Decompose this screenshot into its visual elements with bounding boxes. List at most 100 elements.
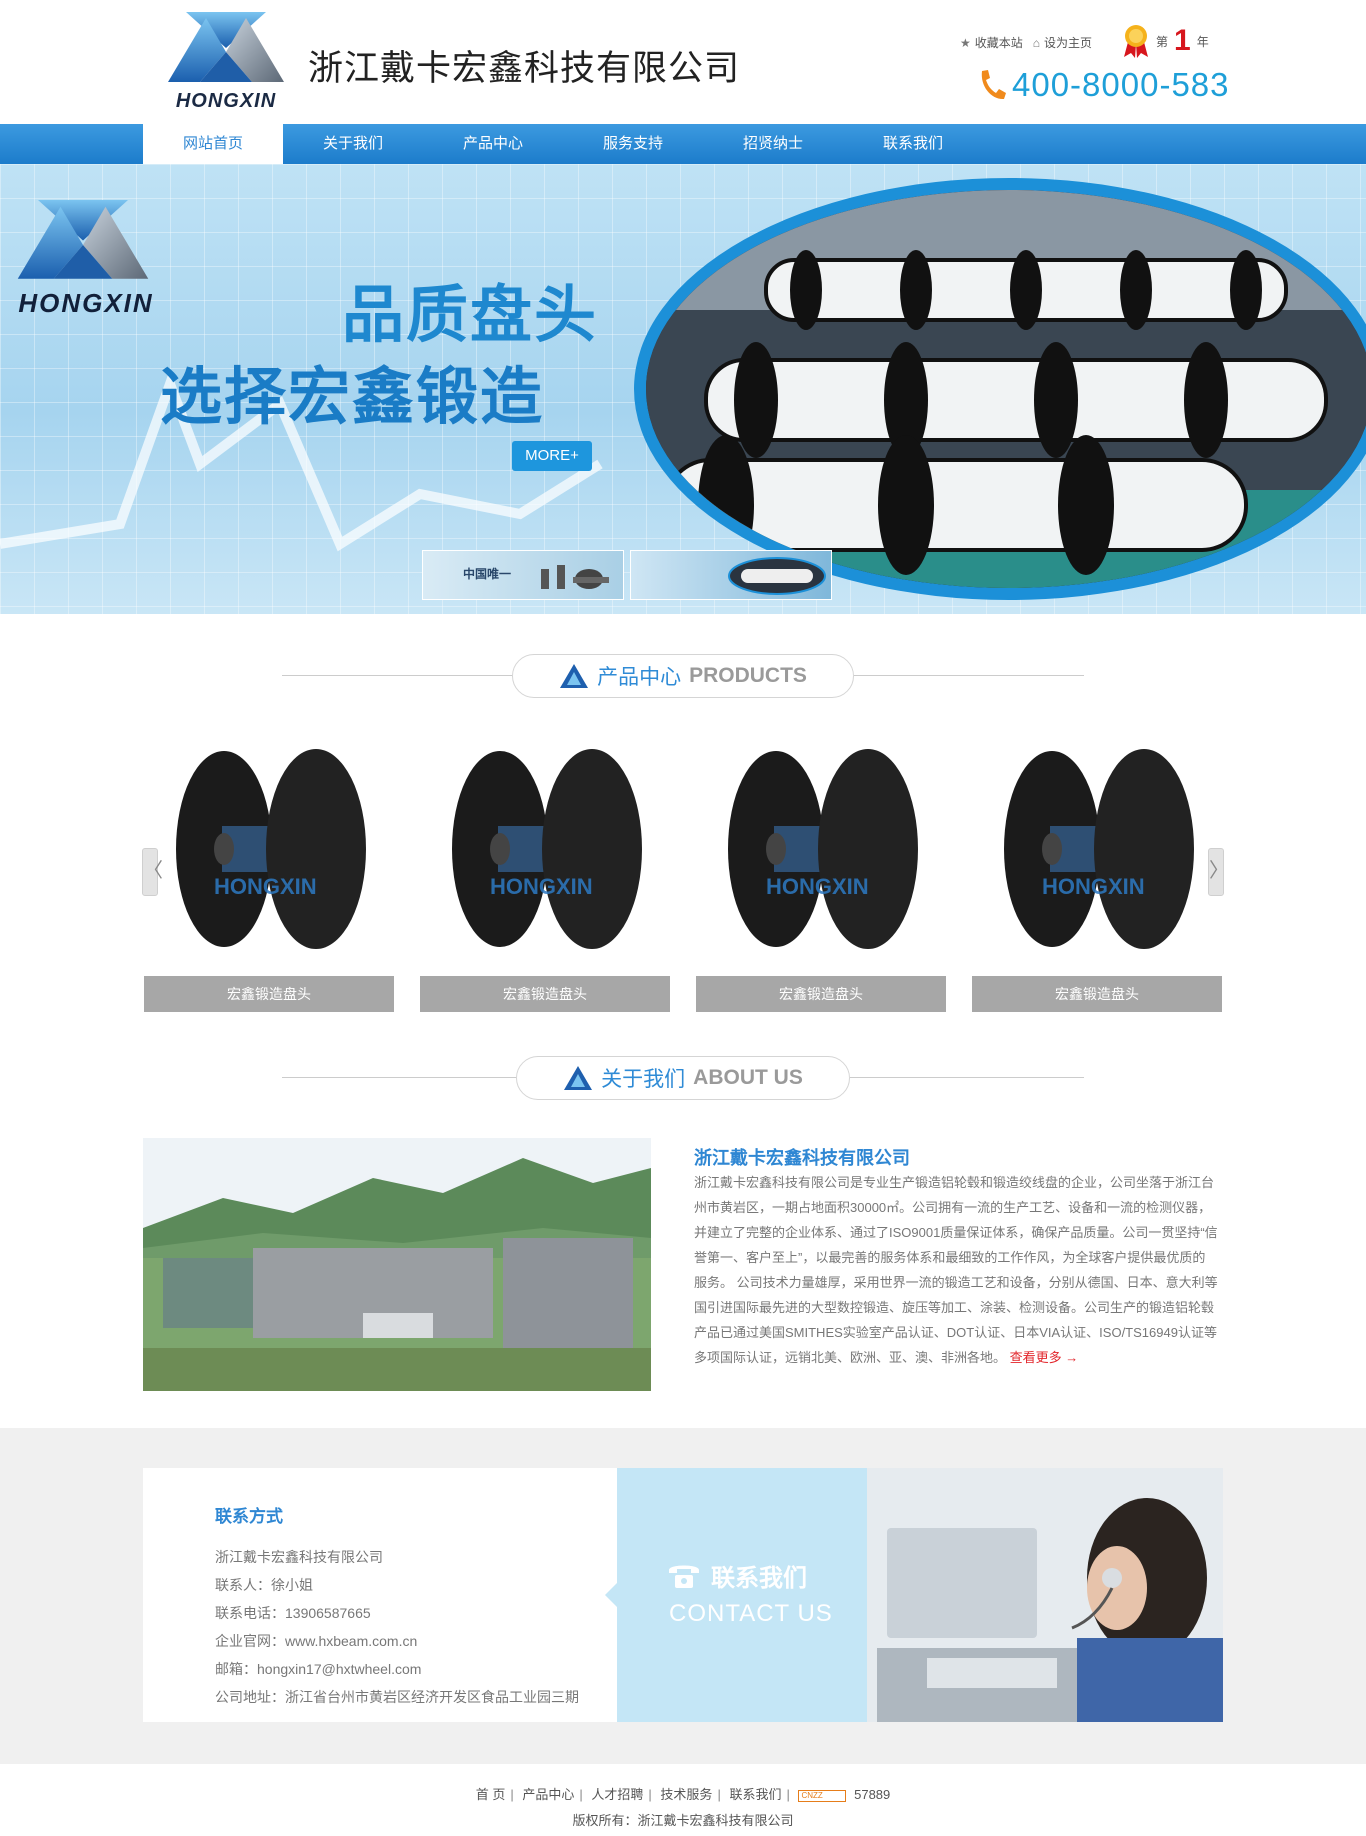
banner-thumb-1-image xyxy=(541,565,609,589)
banner-logo-mark-icon xyxy=(17,200,149,279)
product-caption[interactable]: 宏鑫锻造盘头 xyxy=(144,976,394,1012)
about-section-header: 关于我们 ABOUT US xyxy=(282,1056,1084,1100)
nav-item-service[interactable]: 服务支持 xyxy=(563,124,703,164)
contact-info: 联系方式 浙江戴卡宏鑫科技有限公司 联系人：徐小姐 联系电话：139065876… xyxy=(215,1502,579,1711)
product-spool-image: HONGXIN xyxy=(728,749,918,949)
contact-band: 联系方式 浙江戴卡宏鑫科技有限公司 联系人：徐小姐 联系电话：139065876… xyxy=(0,1428,1366,1764)
products-title-en: PRODUCTS xyxy=(689,664,807,687)
homepage-label: 设为主页 xyxy=(1044,36,1093,50)
rank-prefix: 第 xyxy=(1156,34,1169,49)
about-more-link[interactable]: 查看更多 → xyxy=(1010,1350,1079,1365)
cta-notch xyxy=(605,1583,617,1607)
product-watermark: HONGXIN xyxy=(490,874,593,899)
about-title-en: ABOUT US xyxy=(693,1066,803,1089)
cnzz-badge-icon[interactable]: CNZZ xyxy=(798,1789,847,1802)
cta-en: CONTACT US xyxy=(669,1600,833,1627)
brand-triangle-icon xyxy=(560,664,589,688)
page: HONGXIN 浙江戴卡宏鑫科技有限公司 ★ 收藏本站 ⌂ 设为主页 第 1 年 4… xyxy=(0,0,1366,1836)
about-company-name: 浙江戴卡宏鑫科技有限公司 xyxy=(694,1148,910,1168)
rank-suffix: 年 xyxy=(1196,34,1209,49)
product-caption[interactable]: 宏鑫锻造盘头 xyxy=(972,976,1222,1012)
set-homepage-link[interactable]: ⌂ 设为主页 xyxy=(1033,34,1092,51)
spools-photo xyxy=(646,190,1366,588)
contact-company: 浙江戴卡宏鑫科技有限公司 xyxy=(215,1549,383,1565)
logo-text: HONGXIN xyxy=(175,90,277,112)
products-title-zh: 产品中心 xyxy=(597,666,682,689)
nav-item-home[interactable]: 网站首页 xyxy=(143,124,283,164)
product-spool-image: HONGXIN xyxy=(1004,749,1194,949)
footer-sep: | xyxy=(786,1787,790,1802)
product-watermark: HONGXIN xyxy=(766,874,869,899)
top-links: ★ 收藏本站 ⌂ 设为主页 xyxy=(960,34,1092,51)
footer-sep: | xyxy=(648,1787,652,1802)
products-carousel: 〈 〉 HONGXIN 宏鑫锻造盘头 HONGXIN 宏鑫锻造盘头 HONGXI… xyxy=(142,740,1229,1012)
contact-box: 联系方式 浙江戴卡宏鑫科技有限公司 联系人：徐小姐 联系电话：139065876… xyxy=(143,1468,1223,1722)
logo-mark-icon xyxy=(168,12,284,82)
product-card[interactable]: HONGXIN 宏鑫锻造盘头 xyxy=(144,740,394,1012)
company-name: 浙江戴卡宏鑫科技有限公司 xyxy=(308,49,741,89)
footer-link-contact[interactable]: 联系我们 xyxy=(729,1787,781,1802)
favorite-label: 收藏本站 xyxy=(974,36,1023,50)
about-header-pill: 关于我们 ABOUT US xyxy=(516,1056,850,1100)
products-section-header: 产品中心 PRODUCTS xyxy=(282,654,1084,698)
footer-links: 首 页 | 产品中心 | 人才招聘 | 技术服务 | 联系我们 | CNZZ 57889 xyxy=(0,1784,1366,1803)
contact-website: 企业官网：www.hxbeam.com.cn xyxy=(215,1633,418,1649)
banner-logo-text: HONGXIN xyxy=(18,288,154,318)
contact-person: 联系人：徐小姐 xyxy=(215,1577,313,1593)
main-nav: 网站首页 关于我们 产品中心 服务支持 招贤纳士 联系我们 xyxy=(0,124,1366,164)
footer-link-careers[interactable]: 人才招聘 xyxy=(591,1787,643,1802)
footer-sep: | xyxy=(579,1787,583,1802)
product-caption[interactable]: 宏鑫锻造盘头 xyxy=(696,976,946,1012)
cta-zh: 联系我们 xyxy=(711,1565,807,1592)
banner-slogan-line2: 选择宏鑫锻造 xyxy=(160,360,545,433)
footer-sep: | xyxy=(510,1787,514,1802)
product-spool-image: HONGXIN xyxy=(452,749,642,949)
factory-photo xyxy=(143,1138,651,1391)
contact-phone: 联系电话：13906587665 xyxy=(215,1605,371,1621)
banner-more-button[interactable]: MORE+ xyxy=(512,441,592,471)
banner-product-photo xyxy=(634,178,1366,600)
nav-item-contact[interactable]: 联系我们 xyxy=(843,124,983,164)
product-caption[interactable]: 宏鑫锻造盘头 xyxy=(420,976,670,1012)
hotline: 400-8000-583 xyxy=(976,66,1230,104)
banner-slogan-line1: 品质盘头 xyxy=(342,278,599,351)
footer-link-products[interactable]: 产品中心 xyxy=(522,1787,574,1802)
copyright: 版权所有：浙江戴卡宏鑫科技有限公司 xyxy=(572,1813,794,1828)
product-card[interactable]: HONGXIN 宏鑫锻造盘头 xyxy=(696,740,946,1012)
products-header-line-left xyxy=(282,675,512,676)
hero-banner[interactable]: HONGXIN 品质盘头 选择宏鑫锻造 MORE+ 中国唯一 xyxy=(0,164,1366,614)
product-card[interactable]: HONGXIN 宏鑫锻造盘头 xyxy=(420,740,670,1012)
nav-item-products[interactable]: 产品中心 xyxy=(423,124,563,164)
products-header-pill: 产品中心 PRODUCTS xyxy=(512,654,854,698)
home-icon: ⌂ xyxy=(1032,36,1041,50)
nav-item-careers[interactable]: 招贤纳士 xyxy=(703,124,843,164)
product-watermark: HONGXIN xyxy=(1042,874,1145,899)
operator-photo xyxy=(867,1468,1223,1722)
footer-link-service[interactable]: 技术服务 xyxy=(660,1787,712,1802)
customer-service-photo xyxy=(867,1468,1223,1722)
header: HONGXIN 浙江戴卡宏鑫科技有限公司 ★ 收藏本站 ⌂ 设为主页 第 1 年 4… xyxy=(0,0,1366,124)
product-card[interactable]: HONGXIN 宏鑫锻造盘头 xyxy=(972,740,1222,1012)
product-spool-image: HONGXIN xyxy=(176,749,366,949)
contact-address: 公司地址：浙江省台州市黄岩区经济开发区食品工业园三期 xyxy=(215,1689,579,1705)
contact-title: 联系方式 xyxy=(215,1507,283,1526)
cta-zh-row: 联系我们 xyxy=(667,1558,807,1593)
product-watermark: HONGXIN xyxy=(214,874,317,899)
favorite-link[interactable]: ★ 收藏本站 xyxy=(960,34,1023,51)
footer-link-home[interactable]: 首 页 xyxy=(476,1787,506,1802)
banner-thumb-1[interactable]: 中国唯一 xyxy=(422,550,624,600)
banner-thumb-2[interactable] xyxy=(630,550,832,600)
nav-item-about[interactable]: 关于我们 xyxy=(283,124,423,164)
about-header-line-left xyxy=(282,1077,516,1078)
about-title-zh: 关于我们 xyxy=(601,1068,686,1091)
about-text-body: 浙江戴卡宏鑫科技有限公司是专业生产锻造铝轮毂和锻造绞线盘的企业，公司坐落于浙江台… xyxy=(694,1175,1218,1365)
banner-logo: HONGXIN xyxy=(8,200,158,320)
contact-us-cta[interactable]: 联系我们 CONTACT US xyxy=(605,1468,867,1722)
rank-number: 1 xyxy=(1174,24,1191,57)
medal-icon xyxy=(1124,25,1148,58)
logo[interactable]: HONGXIN xyxy=(160,12,292,118)
footer-sep: | xyxy=(717,1787,721,1802)
banner-thumb-2-image xyxy=(728,557,826,595)
rank-badge: 第 1 年 xyxy=(1122,24,1209,58)
about-description: 浙江戴卡宏鑫科技有限公司是专业生产锻造铝轮毂和锻造绞线盘的企业，公司坐落于浙江台… xyxy=(694,1170,1218,1370)
